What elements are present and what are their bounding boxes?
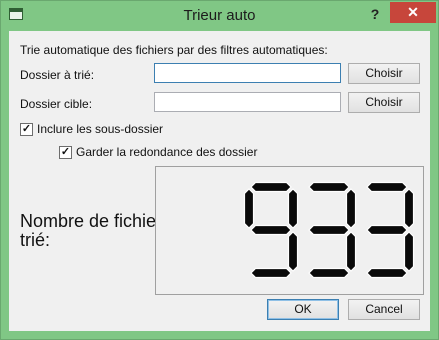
lcd-segment-g bbox=[308, 224, 350, 236]
target-choose-button[interactable]: Choisir bbox=[348, 92, 420, 113]
keep-redundancy-checkbox[interactable]: ✓ bbox=[59, 146, 72, 159]
lcd-segment-c bbox=[345, 231, 357, 272]
lcd-segment-c bbox=[403, 231, 415, 272]
source-choose-button[interactable]: Choisir bbox=[348, 63, 420, 84]
source-folder-label: Dossier à trié: bbox=[20, 68, 95, 82]
dialog-content: Trie automatique des fichiers par des fi… bbox=[9, 31, 430, 331]
lcd-segment-a bbox=[308, 181, 350, 193]
lcd-segment-c bbox=[287, 231, 299, 272]
cancel-button[interactable]: Cancel bbox=[348, 299, 420, 320]
lcd-segment-b bbox=[403, 188, 415, 229]
lcd-segment-b bbox=[345, 188, 357, 229]
lcd-segment-d bbox=[366, 267, 408, 279]
title-bar[interactable]: Trieur auto ? ✕ bbox=[1, 1, 438, 30]
lcd-segment-a bbox=[250, 181, 292, 193]
lcd-segment-g bbox=[250, 224, 292, 236]
counter-label-line2: trié: bbox=[20, 230, 51, 250]
lcd-digits bbox=[243, 181, 415, 279]
target-folder-input[interactable] bbox=[154, 92, 341, 112]
lcd-segment-g bbox=[366, 224, 408, 236]
help-button[interactable]: ? bbox=[363, 4, 387, 24]
source-folder-input[interactable] bbox=[154, 63, 341, 83]
lcd-segment-a bbox=[366, 181, 408, 193]
include-subfolders-checkbox[interactable]: ✓ bbox=[20, 123, 33, 136]
lcd-counter-display bbox=[155, 166, 424, 295]
target-folder-label: Dossier cible: bbox=[20, 97, 93, 111]
lcd-segment-d bbox=[308, 267, 350, 279]
keep-redundancy-label: Garder la redondance des dossier bbox=[76, 145, 258, 159]
close-button[interactable]: ✕ bbox=[390, 2, 436, 23]
include-subfolders-label: Inclure les sous-dossier bbox=[37, 122, 164, 136]
lcd-segment-f bbox=[243, 188, 255, 229]
lcd-segment-b bbox=[287, 188, 299, 229]
lcd-segment-d bbox=[250, 267, 292, 279]
dialog-window: Trieur auto ? ✕ Trie automatique des fic… bbox=[0, 0, 439, 340]
description-text: Trie automatique des fichiers par des fi… bbox=[20, 43, 328, 57]
counter-label-line1: Nombre de fichier bbox=[20, 211, 163, 231]
ok-button[interactable]: OK bbox=[267, 299, 339, 320]
